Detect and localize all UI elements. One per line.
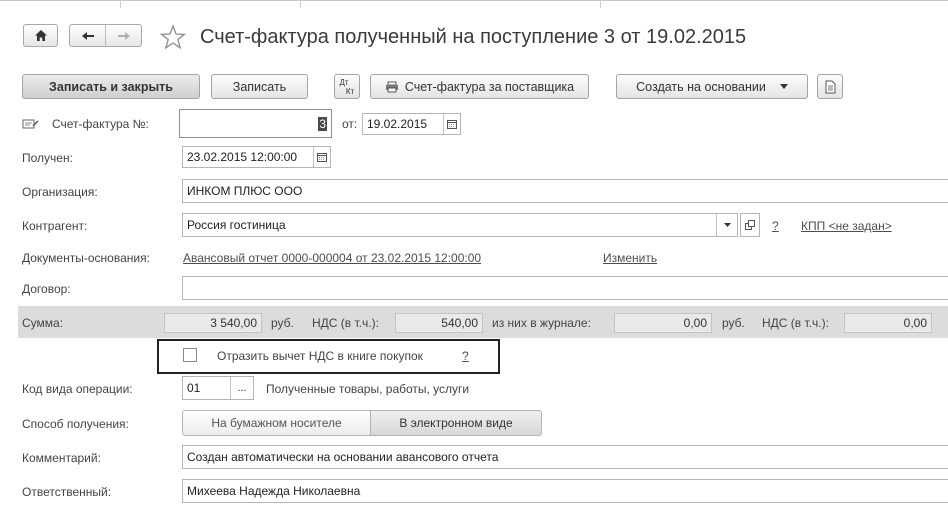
invoice-date-label: от: [342, 117, 358, 131]
home-button[interactable] [23, 24, 58, 47]
invoice-doc-icon [22, 119, 39, 129]
counterparty-value: Россия гостиница [187, 218, 286, 232]
print-invoice-button[interactable]: Счет-фактура за поставщика [370, 74, 589, 99]
save-button[interactable]: Записать [211, 74, 308, 99]
invoice-number-input[interactable]: 3 [179, 109, 332, 138]
contract-input[interactable] [182, 276, 948, 300]
comment-label: Комментарий: [22, 451, 101, 465]
printer-icon [385, 81, 398, 92]
counterparty-label: Контрагент: [22, 219, 88, 233]
organization-input[interactable]: ИНКОМ ПЛЮС ООО [182, 179, 948, 203]
counterparty-open-button[interactable] [740, 213, 760, 237]
method-label: Способ получения: [22, 417, 129, 431]
method-electronic-button[interactable]: В электронном виде [370, 410, 542, 436]
responsible-input[interactable]: Михеева Надежда Николаевна [182, 479, 948, 503]
reflect-vat-checkbox[interactable] [183, 348, 197, 362]
create-based-on-label: Создать на основании [636, 79, 766, 94]
sum-field: 3 540,00 [164, 313, 262, 333]
page-title: Счет-фактура полученный на поступление 3… [200, 26, 747, 48]
invoice-date-value: 19.02.2015 [367, 117, 428, 131]
vat-label: НДС (в т.ч.): [312, 316, 379, 330]
sum-label: Сумма: [22, 316, 64, 330]
chevron-down-icon [723, 223, 731, 227]
op-code-input[interactable]: 01 ... [182, 376, 254, 400]
responsible-label: Ответственный: [22, 485, 112, 499]
contract-label: Договор: [22, 282, 71, 296]
chevron-down-icon [779, 84, 788, 89]
received-datetime-input[interactable]: 23.02.2015 12:00:00 [182, 146, 331, 168]
sum-currency: руб. [271, 316, 294, 330]
home-icon [34, 30, 47, 41]
star-icon [159, 24, 187, 50]
tab-divider [120, 0, 121, 8]
print-invoice-label: Счет-фактура за поставщика [404, 79, 575, 94]
journal-vat-field: 0,00 [844, 313, 932, 333]
base-doc-link[interactable]: Авансовый отчет 0000-000004 от 23.02.201… [183, 251, 481, 265]
counterparty-dropdown-button[interactable] [716, 214, 737, 236]
reflect-vat-label: Отразить вычет НДС в книге покупок [217, 349, 423, 363]
report-button[interactable] [817, 74, 843, 99]
window-top-border [0, 0, 948, 1]
create-based-on-dropdown[interactable]: Создать на основании [616, 74, 808, 99]
base-docs-label: Документы-основания: [22, 251, 150, 265]
nav-buttons [69, 24, 142, 47]
op-code-select-button[interactable]: ... [230, 377, 253, 399]
tab-divider [600, 0, 601, 8]
method-paper-button[interactable]: На бумажном носителе [182, 410, 371, 436]
calendar-icon[interactable] [313, 147, 330, 167]
op-code-label: Код вида операции: [22, 382, 133, 396]
organization-label: Организация: [22, 185, 98, 199]
invoice-number-value: 3 [318, 116, 327, 131]
calendar-icon[interactable] [443, 114, 460, 134]
journal-currency: руб. [722, 316, 745, 330]
open-icon [745, 220, 755, 230]
counterparty-help-link[interactable]: ? [772, 219, 779, 233]
invoice-date-input[interactable]: 19.02.2015 [362, 113, 461, 135]
comment-input[interactable]: Создан автоматически на основании авансо… [182, 445, 948, 469]
op-code-description: Полученные товары, работы, услуги [266, 382, 470, 396]
document-icon [825, 80, 835, 93]
journal-label: из них в журнале: [492, 316, 591, 330]
kpp-link[interactable]: КПП <не задан> [801, 219, 892, 233]
op-code-value: 01 [187, 381, 201, 395]
dt-kt-button[interactable]: Дт Кт [334, 74, 360, 99]
journal-sum-field: 0,00 [614, 313, 712, 333]
tab-divider [300, 0, 301, 8]
counterparty-input[interactable]: Россия гостиница [182, 213, 738, 237]
dt-label: Дт [339, 77, 349, 87]
kt-label: Кт [345, 86, 355, 96]
invoice-number-label: Счет-фактура №: [52, 117, 149, 131]
arrow-right-icon [117, 31, 130, 40]
received-label: Получен: [22, 151, 73, 165]
journal-vat-label: НДС (в т.ч.): [762, 316, 829, 330]
reflect-vat-help-link[interactable]: ? [462, 349, 469, 363]
received-value: 23.02.2015 12:00:00 [187, 150, 298, 164]
save-and-close-button[interactable]: Записать и закрыть [22, 74, 200, 99]
back-button[interactable] [70, 25, 106, 46]
arrow-left-icon [81, 31, 94, 40]
change-base-docs-link[interactable]: Изменить [603, 251, 657, 265]
forward-button[interactable] [106, 25, 141, 46]
vat-field: 540,00 [395, 313, 483, 333]
favorite-star-button[interactable] [159, 24, 187, 50]
